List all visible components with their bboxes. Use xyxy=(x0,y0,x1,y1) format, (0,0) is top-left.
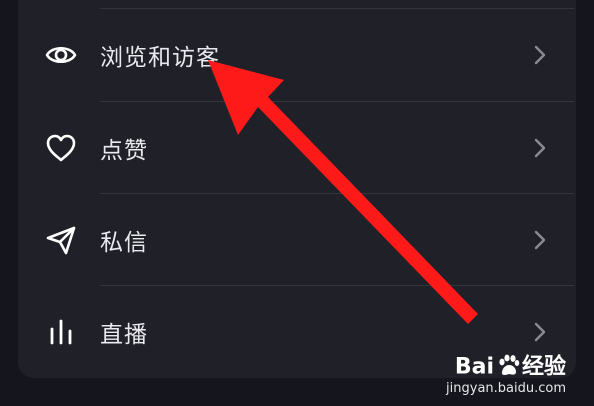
chevron-right-icon xyxy=(532,321,548,343)
menu-item-browse-visitors[interactable]: 浏览和访客 xyxy=(18,9,576,101)
watermark-url: jingyan.baidu.com xyxy=(446,381,566,397)
bars-icon xyxy=(44,315,78,349)
chevron-right-icon xyxy=(532,137,548,159)
menu-item-label: 浏览和访客 xyxy=(100,45,220,71)
watermark-brand: Bai 经验 xyxy=(446,353,566,382)
baidu-jingyan-watermark: Bai 经验 jingyan.baidu.com xyxy=(446,353,566,396)
chevron-right-icon xyxy=(532,44,548,66)
menu-item-label: 点赞 xyxy=(100,138,148,164)
watermark-brand-pre: Bai xyxy=(454,354,494,380)
menu-item-label: 直播 xyxy=(100,322,148,348)
menu-item-label: 私信 xyxy=(100,230,148,256)
menu-item-likes[interactable]: 点赞 xyxy=(18,102,576,194)
chevron-right-icon xyxy=(532,229,548,251)
heart-icon xyxy=(44,131,78,165)
eye-icon xyxy=(44,38,78,72)
paw-icon xyxy=(496,353,520,382)
watermark-brand-post: 经验 xyxy=(521,354,566,380)
send-icon xyxy=(44,223,78,257)
menu-item-messages[interactable]: 私信 xyxy=(18,194,576,286)
